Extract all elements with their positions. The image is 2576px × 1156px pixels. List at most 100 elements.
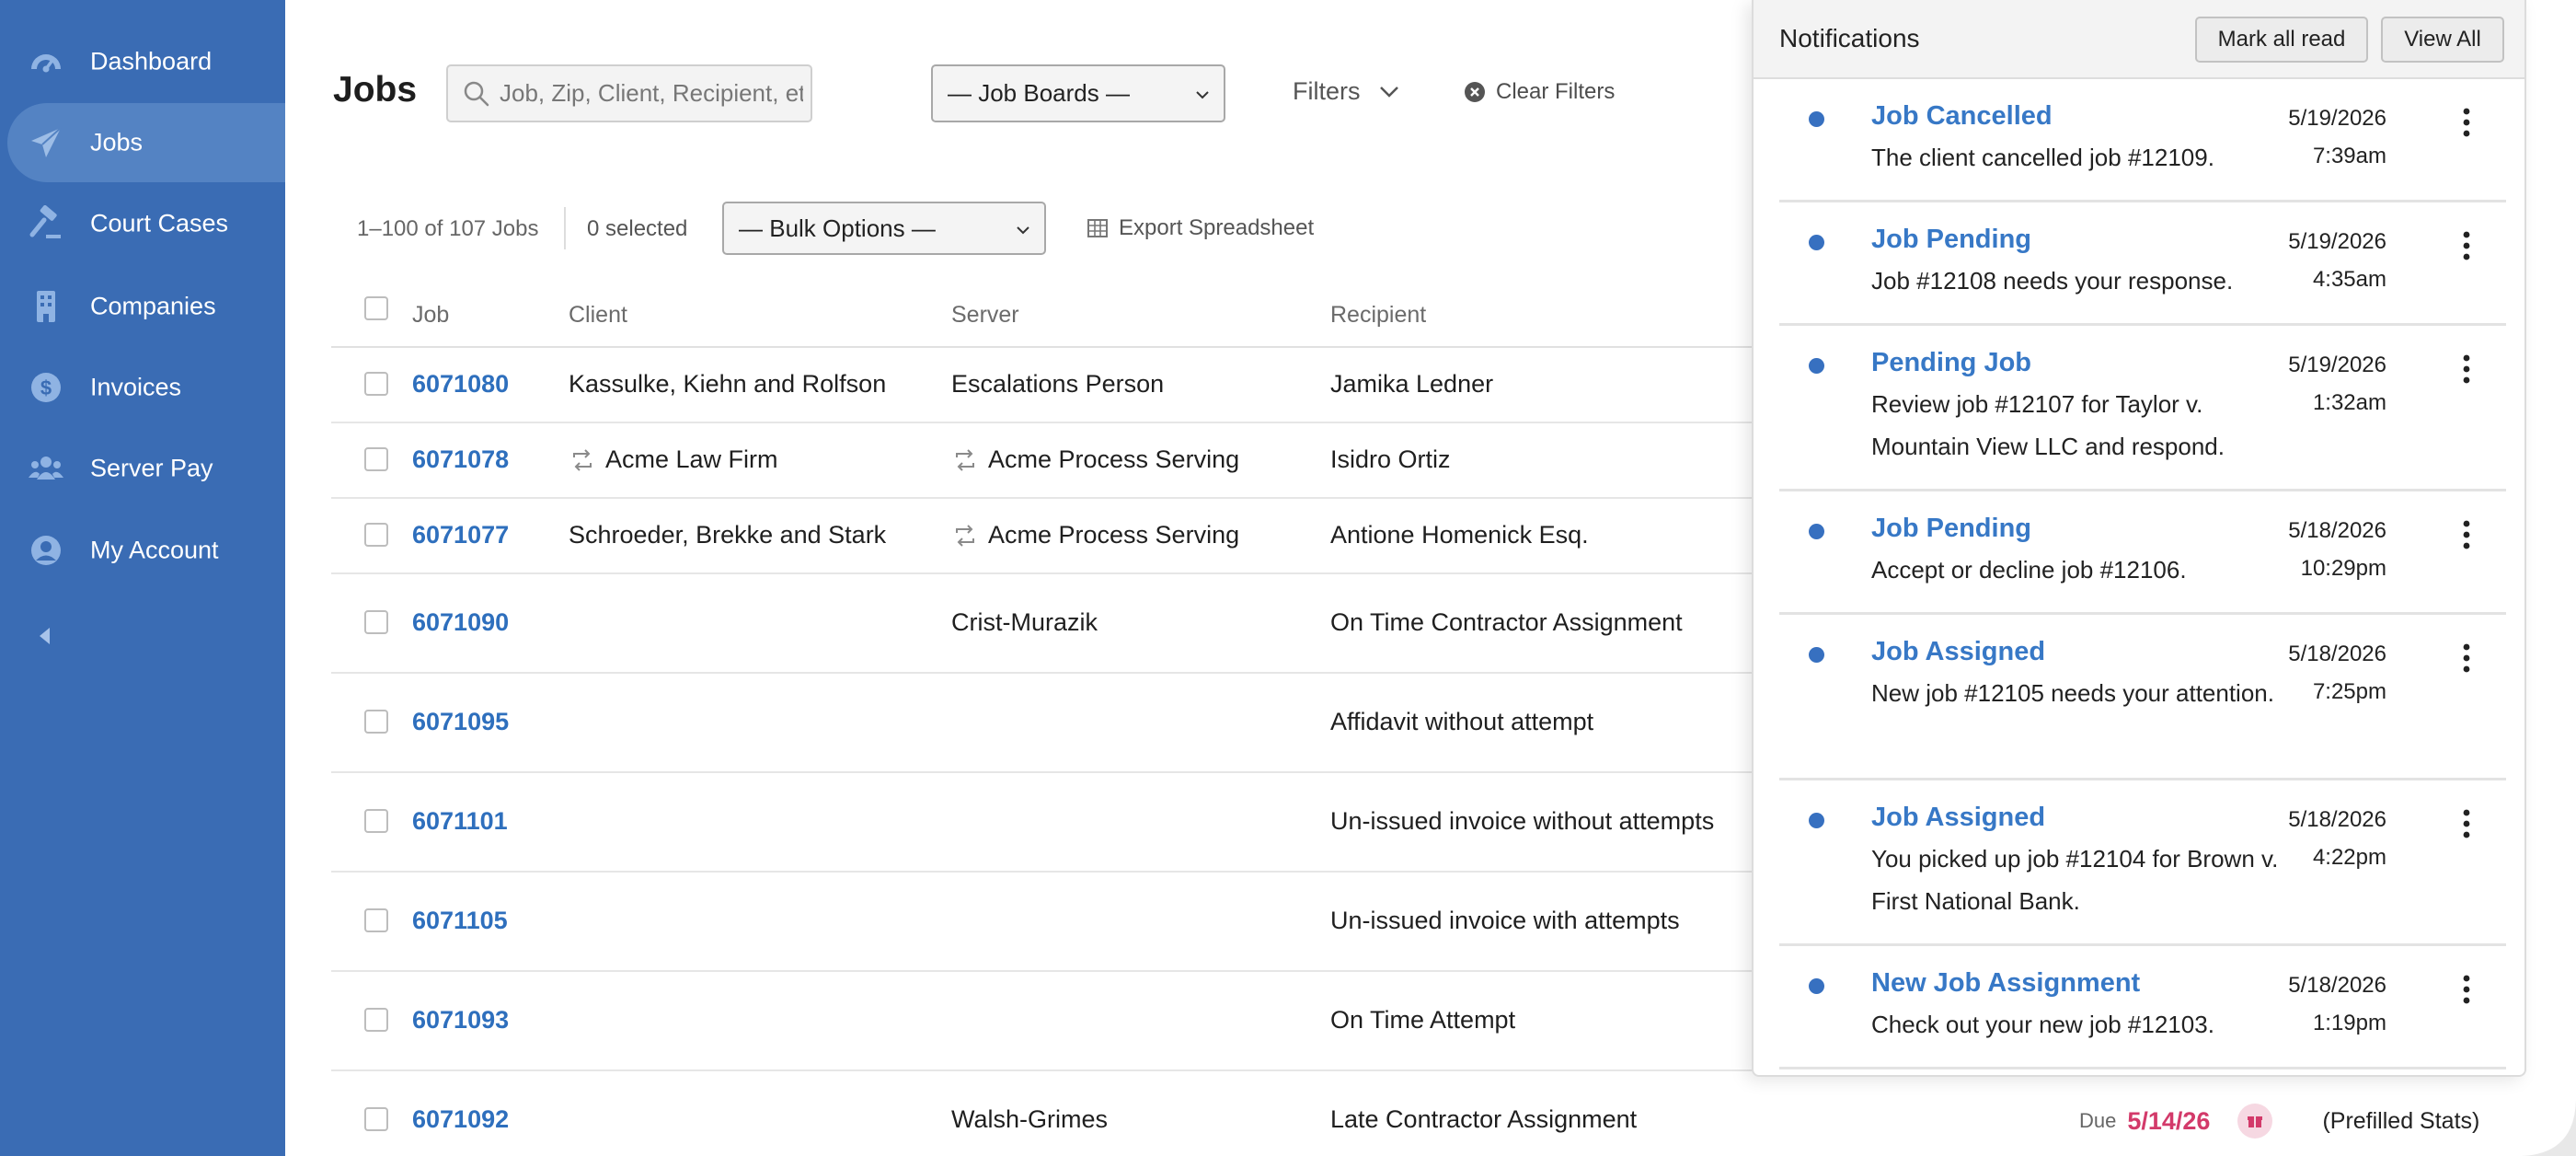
notification-title[interactable]: Job Assigned bbox=[1871, 637, 2045, 667]
sidebar-item-label: Dashboard bbox=[90, 47, 213, 75]
collapse-sidebar-button[interactable] bbox=[31, 622, 59, 650]
paper-plane-icon bbox=[28, 124, 64, 161]
notification-body: The client cancelled job #12109. bbox=[1871, 144, 2214, 171]
filters-button[interactable]: Filters bbox=[1293, 77, 1403, 106]
notification-item[interactable]: Job Pending Accept or decline job #12106… bbox=[1779, 491, 2506, 615]
clear-filters-button[interactable]: Clear Filters bbox=[1463, 79, 1615, 105]
job-link[interactable]: 6071095 bbox=[412, 708, 509, 736]
column-header-client[interactable]: Client bbox=[569, 302, 627, 329]
row-checkbox[interactable] bbox=[364, 372, 388, 396]
notification-body: Check out your new job #12103. bbox=[1871, 1011, 2214, 1038]
notification-date: 5/18/2026 bbox=[2288, 807, 2386, 832]
more-options-icon[interactable] bbox=[2460, 107, 2473, 138]
sidebar-item-dashboard[interactable]: Dashboard bbox=[7, 22, 285, 101]
search-box[interactable] bbox=[446, 64, 812, 122]
due-cell: Due 5/14/26 (Prefilled Stats) bbox=[2079, 1104, 2479, 1139]
notification-item[interactable]: Pending Job Review job #12107 for Taylor… bbox=[1779, 326, 2506, 491]
selected-count: 0 selected bbox=[587, 216, 688, 241]
column-header-job[interactable]: Job bbox=[412, 302, 449, 329]
unread-dot bbox=[1809, 358, 1824, 374]
mark-all-read-button[interactable]: Mark all read bbox=[2195, 17, 2368, 63]
row-checkbox[interactable] bbox=[364, 908, 388, 932]
notification-body: New job #12105 needs your attention. bbox=[1871, 679, 2274, 707]
notification-timestamp: 5/18/2026 10:29pm bbox=[2288, 512, 2386, 587]
column-header-server[interactable]: Server bbox=[951, 302, 1019, 329]
sidebar-item-invoices[interactable]: $ Invoices bbox=[7, 348, 285, 427]
row-checkbox[interactable] bbox=[364, 1107, 388, 1131]
more-options-icon[interactable] bbox=[2460, 230, 2473, 261]
notification-title[interactable]: Job Pending bbox=[1871, 514, 2031, 544]
row-checkbox[interactable] bbox=[364, 610, 388, 634]
prefilled-stats: (Prefilled Stats) bbox=[2322, 1107, 2480, 1134]
notification-item[interactable]: Job Assigned You picked up job #12104 fo… bbox=[1779, 780, 2506, 946]
notification-item[interactable]: Job Cancelled The client cancelled job #… bbox=[1779, 79, 2506, 202]
client-name: Kassulke, Kiehn and Rolfson bbox=[569, 370, 887, 398]
search-input[interactable] bbox=[500, 79, 803, 108]
row-checkbox[interactable] bbox=[364, 447, 388, 471]
row-checkbox[interactable] bbox=[364, 809, 388, 833]
job-link[interactable]: 6071101 bbox=[412, 807, 508, 836]
notification-item[interactable]: Job Pending Job #12108 needs your respon… bbox=[1779, 202, 2506, 326]
more-options-icon[interactable] bbox=[2460, 519, 2473, 550]
job-link[interactable]: 6071078 bbox=[412, 445, 509, 474]
select-all-checkbox[interactable] bbox=[364, 296, 388, 320]
notification-item[interactable]: New Job Assignment Check out your new jo… bbox=[1779, 946, 2506, 1069]
notification-date: 5/18/2026 bbox=[2288, 973, 2386, 998]
sidebar-item-label: Jobs bbox=[90, 128, 144, 156]
bulk-options-select[interactable]: — Bulk Options — bbox=[722, 202, 1046, 255]
sidebar-item-server-pay[interactable]: Server Pay bbox=[7, 429, 285, 508]
server-name: Escalations Person bbox=[951, 370, 1165, 398]
client-name: Acme Law Firm bbox=[605, 445, 778, 473]
notification-title[interactable]: Pending Job bbox=[1871, 348, 2031, 378]
sidebar-item-label: Server Pay bbox=[90, 454, 213, 482]
row-checkbox[interactable] bbox=[364, 1008, 388, 1032]
chevron-down-icon bbox=[1196, 91, 1209, 99]
sidebar-item-my-account[interactable]: My Account bbox=[7, 511, 285, 590]
notification-time: 1:32am bbox=[2312, 390, 2386, 415]
view-all-button[interactable]: View All bbox=[2381, 17, 2504, 63]
divider bbox=[564, 207, 566, 249]
row-checkbox[interactable] bbox=[364, 710, 388, 734]
sidebar-item-companies[interactable]: Companies bbox=[7, 267, 285, 346]
notification-title[interactable]: Job Pending bbox=[1871, 225, 2031, 255]
notification-date: 5/19/2026 bbox=[2288, 229, 2386, 254]
gavel-icon bbox=[28, 205, 64, 242]
notification-title[interactable]: Job Assigned bbox=[1871, 803, 2045, 833]
app-window: Dashboard Jobs Court Cases Companies $ I… bbox=[0, 0, 2576, 1156]
job-link[interactable]: 6071090 bbox=[412, 608, 509, 637]
notification-date: 5/18/2026 bbox=[2288, 642, 2386, 666]
notification-body: Job #12108 needs your response. bbox=[1871, 267, 2234, 295]
job-link[interactable]: 6071093 bbox=[412, 1006, 509, 1035]
repeat-icon bbox=[956, 448, 974, 471]
sidebar-item-jobs[interactable]: Jobs bbox=[7, 103, 285, 182]
job-link[interactable]: 6071092 bbox=[412, 1105, 509, 1134]
more-options-icon[interactable] bbox=[2460, 642, 2473, 674]
notification-time: 10:29pm bbox=[2300, 556, 2386, 581]
job-boards-select[interactable]: — Job Boards — bbox=[931, 64, 1225, 122]
unread-dot bbox=[1809, 813, 1824, 828]
job-link[interactable]: 6071105 bbox=[412, 907, 508, 935]
client-cell: Acme Law Firm bbox=[569, 445, 778, 474]
row-checkbox[interactable] bbox=[364, 523, 388, 547]
bulk-options-select-value: — Bulk Options — bbox=[739, 214, 936, 242]
job-link[interactable]: 6071077 bbox=[412, 521, 509, 549]
export-spreadsheet-button[interactable]: Export Spreadsheet bbox=[1086, 215, 1314, 241]
notification-item[interactable]: Job Assigned New job #12105 needs your a… bbox=[1779, 615, 2506, 780]
notification-timestamp: 5/18/2026 1:19pm bbox=[2288, 966, 2386, 1042]
notification-title[interactable]: Job Cancelled bbox=[1871, 101, 2053, 132]
more-options-icon[interactable] bbox=[2460, 808, 2473, 839]
job-link[interactable]: 6071080 bbox=[412, 370, 509, 399]
column-header-recipient[interactable]: Recipient bbox=[1330, 302, 1426, 329]
export-label: Export Spreadsheet bbox=[1119, 215, 1315, 240]
client-name: Schroeder, Brekke and Stark bbox=[569, 521, 887, 549]
filters-label: Filters bbox=[1293, 77, 1361, 105]
building-icon bbox=[28, 288, 64, 325]
notification-timestamp: 5/19/2026 7:39am bbox=[2288, 99, 2386, 175]
unread-dot bbox=[1809, 235, 1824, 250]
recipient-name: Affidavit without attempt bbox=[1330, 708, 1594, 735]
notification-title[interactable]: New Job Assignment bbox=[1871, 968, 2140, 999]
more-options-icon[interactable] bbox=[2460, 353, 2473, 385]
more-options-icon[interactable] bbox=[2460, 974, 2473, 1005]
recipient-name: Un-issued invoice with attempts bbox=[1330, 907, 1680, 934]
sidebar-item-court-cases[interactable]: Court Cases bbox=[7, 184, 285, 263]
